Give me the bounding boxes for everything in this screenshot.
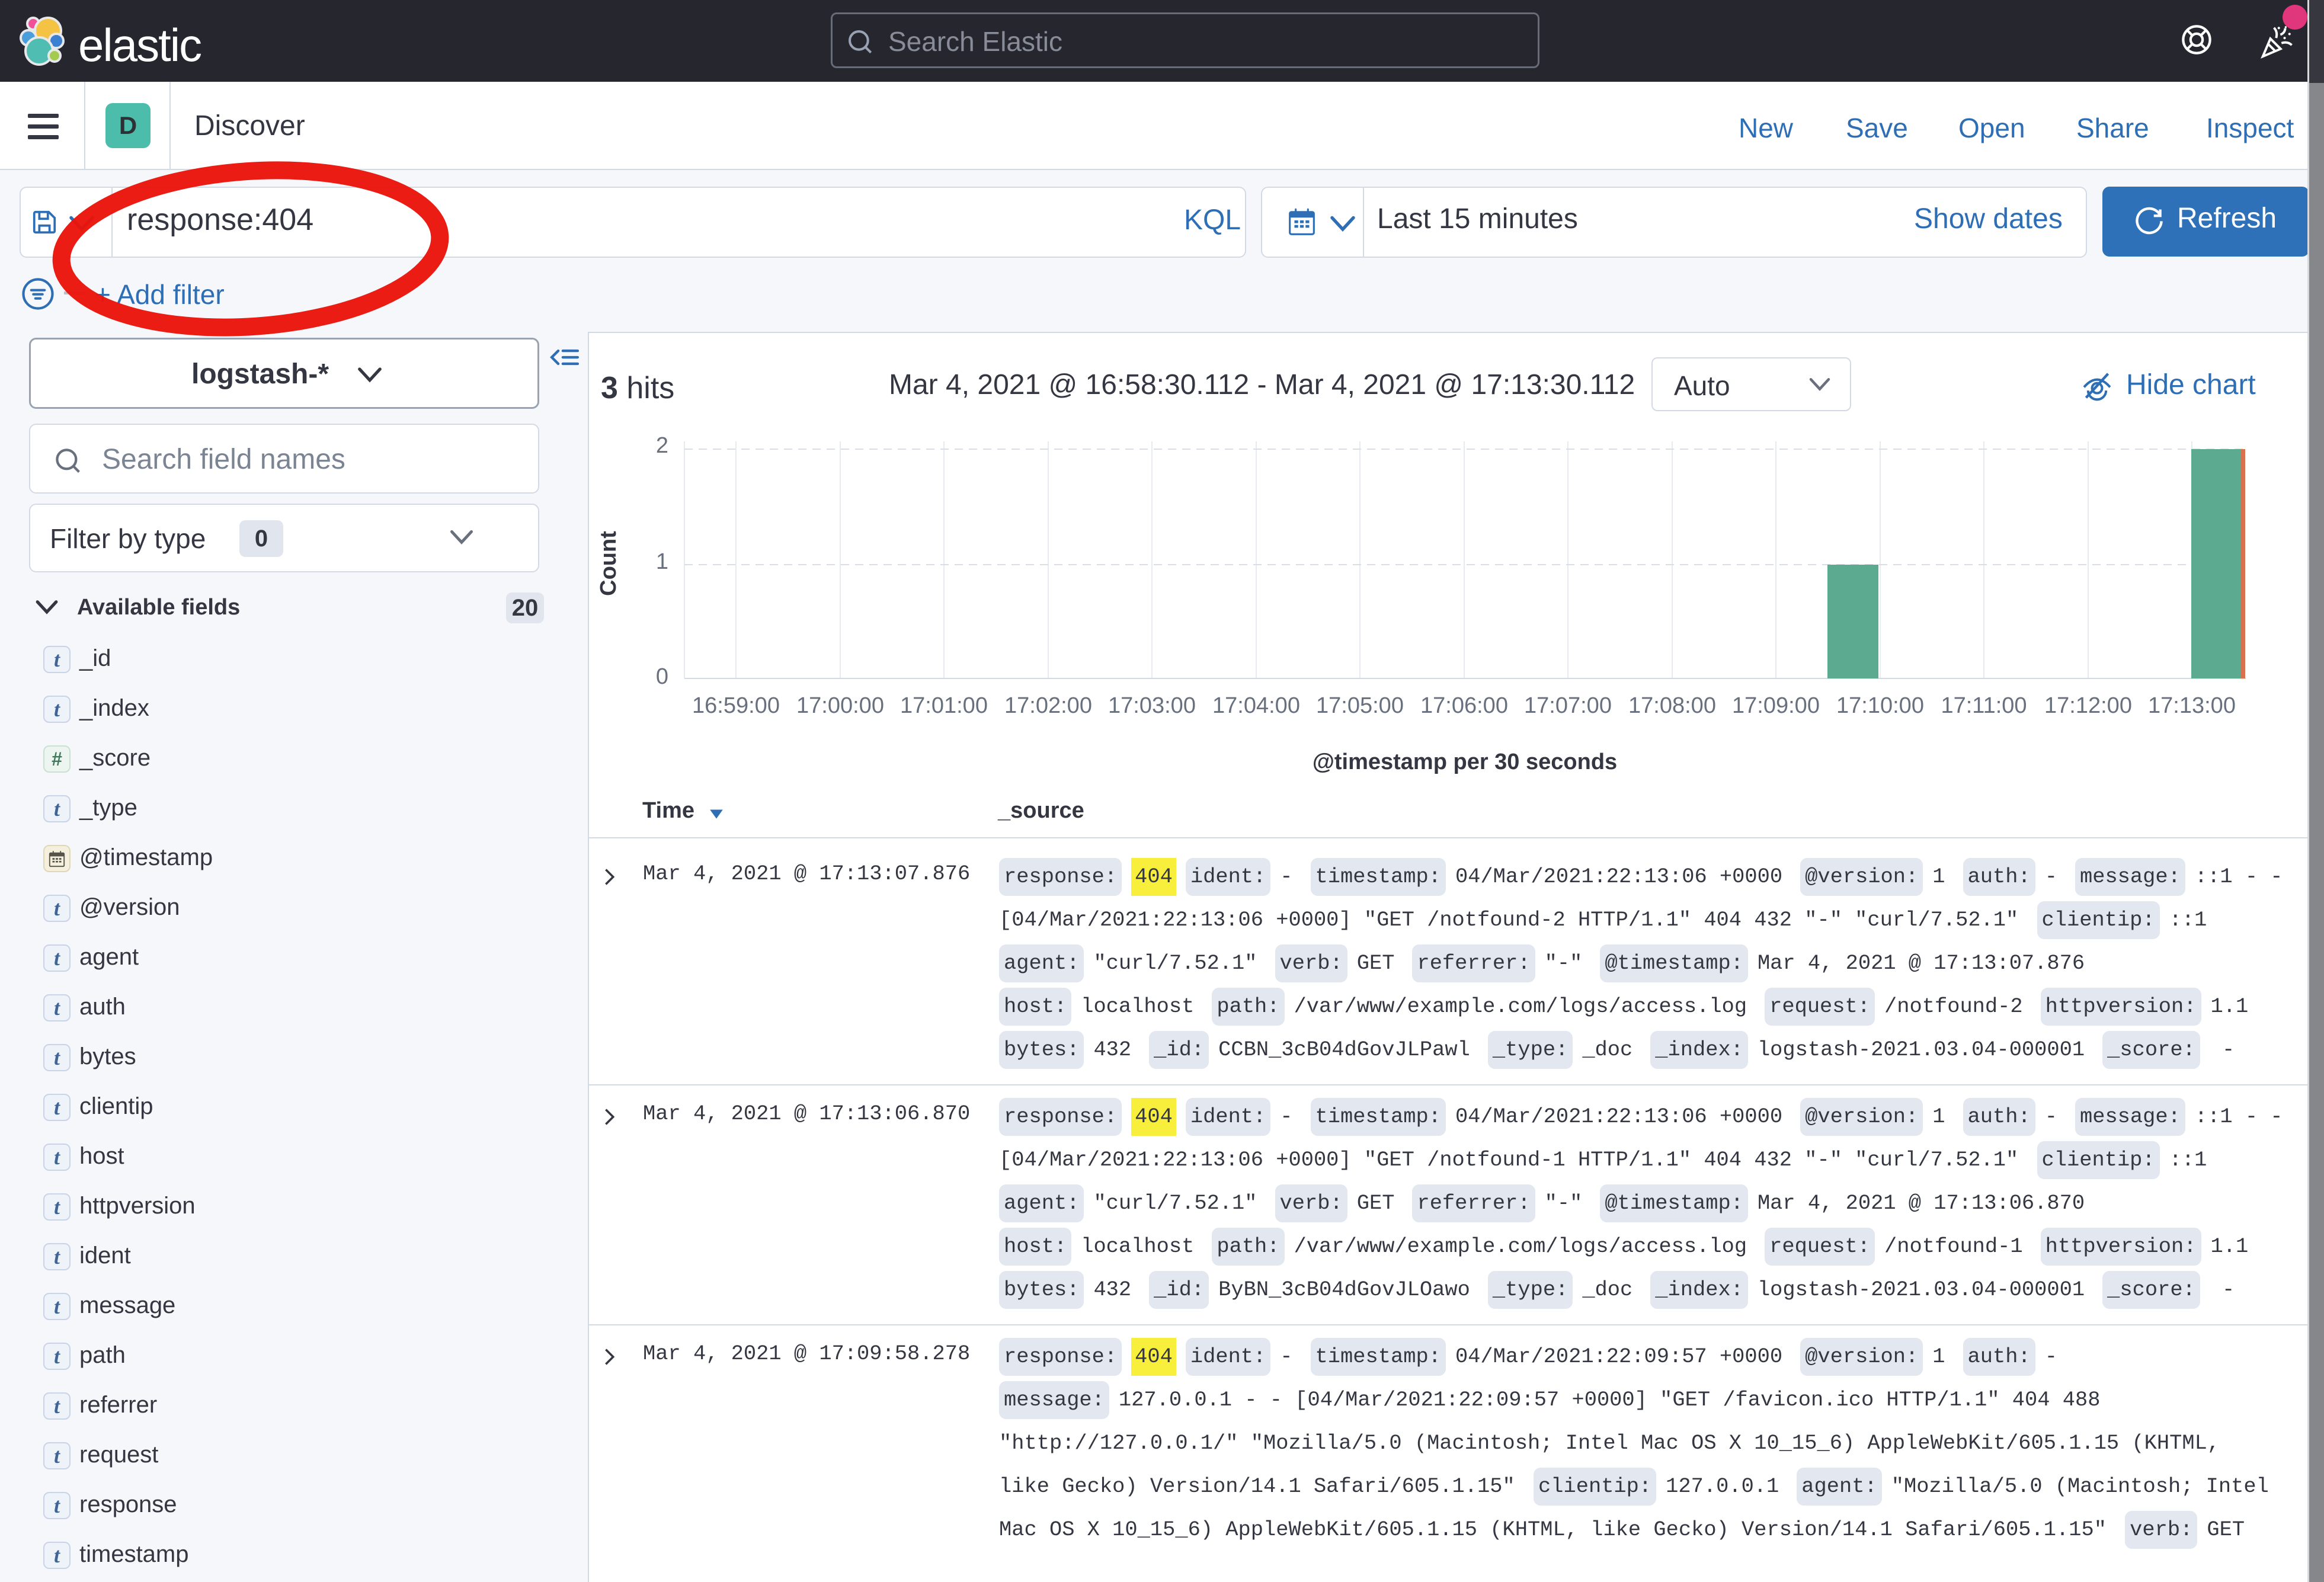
svg-text:16:59:00: 16:59:00	[692, 693, 780, 718]
svg-text:17:01:00: 17:01:00	[900, 693, 988, 718]
svg-text:17:12:00: 17:12:00	[2044, 693, 2132, 718]
svg-text:17:00:00: 17:00:00	[796, 693, 884, 718]
svg-text:0: 0	[656, 664, 668, 689]
svg-text:2: 2	[656, 433, 668, 458]
svg-text:17:05:00: 17:05:00	[1316, 693, 1404, 718]
svg-text:17:08:00: 17:08:00	[1628, 693, 1716, 718]
svg-text:Count: Count	[596, 531, 621, 596]
svg-text:1: 1	[656, 549, 668, 574]
svg-text:17:13:00: 17:13:00	[2148, 693, 2236, 718]
svg-text:17:02:00: 17:02:00	[1004, 693, 1092, 718]
svg-text:17:04:00: 17:04:00	[1212, 693, 1300, 718]
svg-text:@timestamp per 30 seconds: @timestamp per 30 seconds	[1313, 750, 1617, 774]
svg-text:17:09:00: 17:09:00	[1732, 693, 1820, 718]
svg-text:17:11:00: 17:11:00	[1941, 693, 2027, 718]
svg-text:17:10:00: 17:10:00	[1836, 693, 1924, 718]
svg-text:17:06:00: 17:06:00	[1420, 693, 1508, 718]
svg-text:17:07:00: 17:07:00	[1524, 693, 1612, 718]
svg-text:17:03:00: 17:03:00	[1108, 693, 1196, 718]
